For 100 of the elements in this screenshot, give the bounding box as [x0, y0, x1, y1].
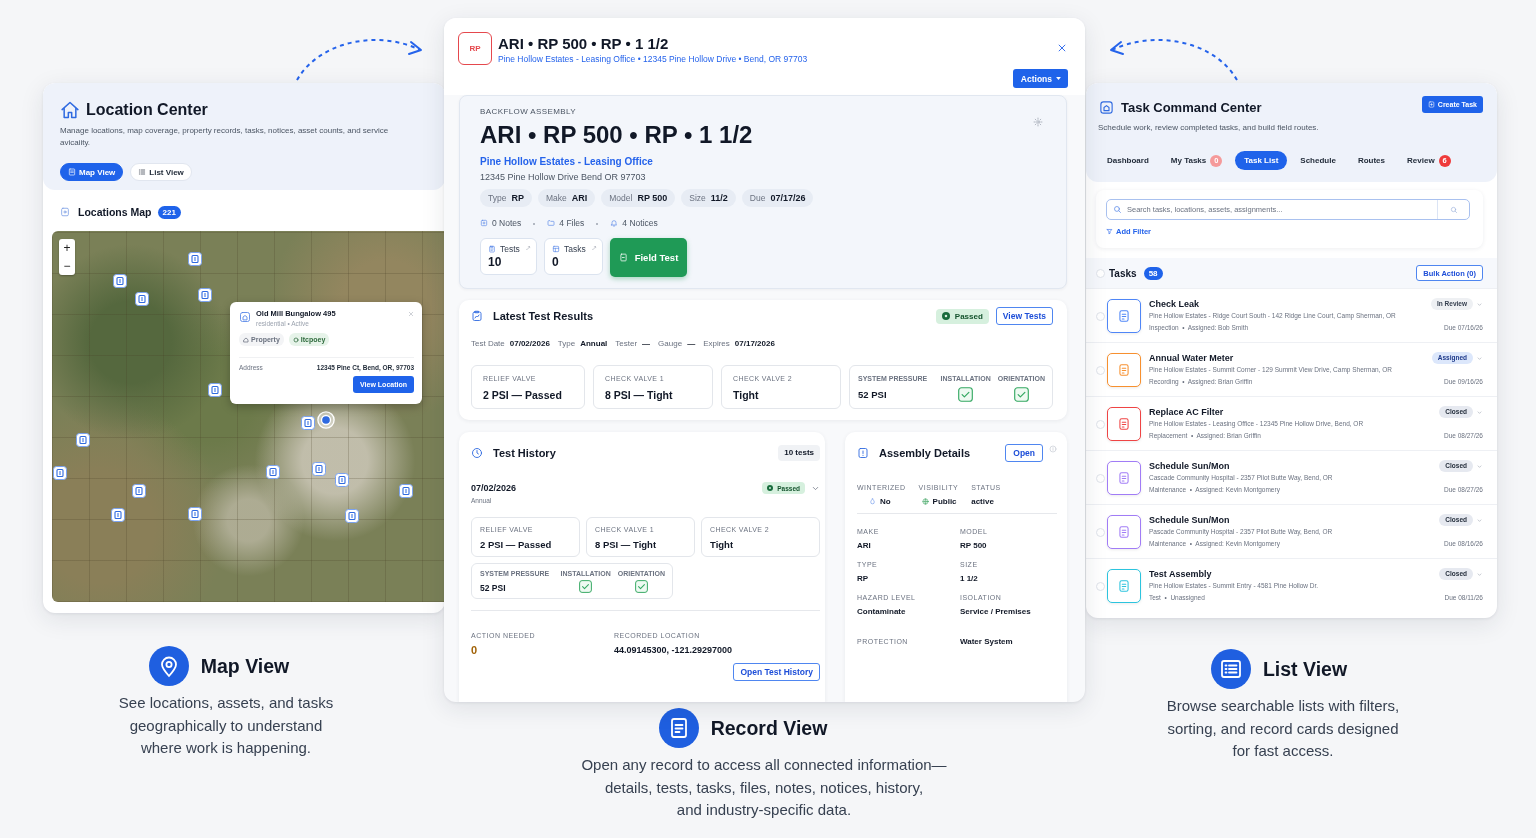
count-text[interactable]: 4 Notices	[622, 218, 658, 228]
stat-label: Tasks	[564, 244, 586, 254]
building-pin-icon[interactable]	[301, 416, 315, 430]
reading-value: Tight	[710, 538, 735, 552]
reading-value: 52 PSI	[480, 582, 507, 594]
building-pin-icon[interactable]	[335, 473, 349, 487]
meta-value: —	[687, 338, 696, 348]
folder-icon	[547, 219, 556, 227]
count-badge: 221	[157, 205, 181, 219]
meta-label: Gauge	[658, 338, 683, 348]
status-text: Passed	[954, 311, 983, 321]
building-pin-icon[interactable]	[132, 484, 146, 498]
open-button[interactable]: Open	[1005, 444, 1043, 462]
field-value: No	[880, 496, 891, 507]
field-value: ARI	[857, 540, 872, 551]
tab[interactable]: Routes	[1348, 151, 1395, 170]
zoom-out-button[interactable]: −	[59, 257, 75, 275]
chip-label: Type	[488, 193, 507, 203]
building-pin-icon[interactable]	[135, 292, 149, 306]
checkbox[interactable]	[1096, 420, 1105, 429]
close-icon[interactable]	[1057, 43, 1067, 53]
count-text[interactable]: 0 Notes	[492, 218, 522, 228]
checkbox[interactable]	[1096, 474, 1105, 483]
selected-pin-icon[interactable]	[317, 411, 335, 429]
chip-value: 11/2	[710, 193, 728, 203]
location-link[interactable]: Pine Hollow Estates - Leasing Office	[480, 155, 1045, 168]
meta-value: 07/17/2026	[734, 338, 775, 348]
building-pin-icon[interactable]	[399, 484, 413, 498]
count-text[interactable]: 4 Files	[559, 218, 585, 228]
panel-title: Location Center	[86, 100, 208, 120]
caption-title: List View	[1262, 657, 1348, 681]
checkbox[interactable]	[1096, 582, 1105, 591]
building-pin-icon[interactable]	[208, 383, 222, 397]
clipboard-icon	[471, 310, 483, 322]
drop-icon	[869, 498, 876, 505]
chip-value: ARI	[571, 193, 588, 203]
reading-value: 8 PSI — Tight	[605, 388, 674, 402]
zoom-in-button[interactable]: +	[59, 239, 75, 257]
tab[interactable]: Task List	[1235, 151, 1288, 170]
action-needed-value: 0	[471, 643, 479, 657]
stat-tile[interactable]: Tests 10	[480, 238, 537, 275]
stat-tile[interactable]: Tasks 0	[544, 238, 603, 275]
task-title: Replace AC Filter	[1149, 406, 1225, 418]
panel-description: Manage locations, map coverage, property records, tasks, notices, asset counts, and service avicaiity.	[60, 125, 390, 149]
tab[interactable]: Dashboard	[1098, 151, 1158, 170]
plus-square-icon	[480, 219, 488, 227]
actions-button[interactable]: Actions	[1012, 69, 1068, 88]
bell-icon	[610, 219, 619, 227]
clipboard-icon	[488, 245, 496, 253]
caption-text: Open any record to access all connected information— details, tests, tasks, files, notes, notices, history, and industry-specific data.	[581, 755, 947, 820]
building-pin-icon[interactable]	[53, 466, 67, 480]
tab[interactable]: Schedule	[1291, 151, 1345, 170]
view-toggle-button[interactable]: List View	[130, 163, 192, 181]
clock-icon	[471, 447, 483, 459]
building-pin-icon[interactable]	[76, 433, 90, 447]
caption-text: Browse searchable lists with filters, sorting, and record cards designed for fast access.	[1166, 696, 1400, 761]
card-title: Test History	[493, 447, 556, 459]
document-icon	[68, 168, 76, 176]
meta-label: Tester	[615, 338, 638, 348]
document-icon	[60, 207, 70, 217]
search-icon	[1113, 205, 1122, 214]
task-title: Test Assembly	[1149, 568, 1213, 580]
meta-value: —	[642, 338, 651, 348]
chip-value: RP 500	[637, 193, 668, 203]
record-location-link[interactable]: Pine Hollow Estates - Leasing Office • 12345 Pine Hollow Drive • Bend, OR 97703	[498, 53, 808, 65]
document-icon	[658, 708, 699, 748]
chip-value: RP	[511, 193, 524, 203]
field-test-button[interactable]: Field Test	[610, 238, 687, 277]
building-pin-icon[interactable]	[113, 274, 127, 288]
caption-text: See locations, assets, and tasks geographically to understand where work is happening.	[118, 693, 334, 758]
view-tests-button[interactable]: View Tests	[995, 307, 1053, 325]
building-pin-icon[interactable]	[111, 508, 125, 522]
house-icon	[60, 100, 80, 120]
checkbox[interactable]	[1096, 528, 1105, 537]
circle-icon	[292, 336, 299, 343]
building-pin-icon[interactable]	[198, 288, 212, 302]
checkbox[interactable]	[1096, 268, 1105, 278]
record-title: ARI • RP 500 • RP • 1 1/2	[498, 35, 670, 53]
building-pin-icon[interactable]	[312, 462, 326, 476]
open-test-history-button[interactable]: Open Test History	[733, 663, 820, 681]
checkbox[interactable]	[1096, 312, 1105, 321]
building-pin-icon[interactable]	[188, 252, 202, 266]
field-value: Public	[932, 496, 957, 507]
building-pin-icon[interactable]	[345, 509, 359, 523]
view-toggle-button[interactable]: Map View	[60, 163, 124, 181]
caption-title: Record View	[710, 716, 828, 740]
filter-icon	[1106, 228, 1113, 235]
field-value: RP	[857, 573, 870, 584]
meta-value: Annual	[580, 338, 608, 348]
count-badge: 10 tests	[778, 445, 820, 461]
building-pin-icon[interactable]	[266, 465, 280, 479]
checkbox[interactable]	[1096, 366, 1105, 375]
stat-value: 10	[488, 255, 503, 269]
add-document-icon	[1427, 101, 1435, 108]
caption-title: Map View	[200, 654, 290, 678]
chevron-down-icon[interactable]	[811, 484, 820, 493]
task-title: Check Leak	[1149, 298, 1201, 310]
building-pin-icon[interactable]	[188, 507, 202, 521]
caret-icon	[1056, 77, 1061, 80]
task-title: Schedule Sun/Mon	[1149, 460, 1231, 472]
